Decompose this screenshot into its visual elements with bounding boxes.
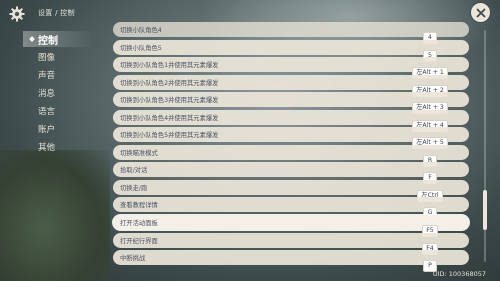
keybind-row[interactable]: 拾取/对话 F <box>113 162 469 185</box>
close-button[interactable] <box>470 2 491 23</box>
keybind-row[interactable]: 切换到小队角色4并使用其元素爆发 左Alt + 4 <box>113 109 469 132</box>
keybind-label: 打开活动面板 <box>120 220 158 228</box>
keybind-row[interactable]: 切换到小队角色2并使用其元素爆发 左Alt + 2 <box>113 74 469 97</box>
close-icon <box>476 3 486 22</box>
sidebar-item-label: 图像 <box>38 53 56 63</box>
keybind-label: 切换到小队角色5并使用其元素爆发 <box>120 132 219 140</box>
settings-sidebar: 控制 图像 声音 消息 语言 账户 其他 <box>18 30 98 156</box>
keybind-row[interactable]: 切换走/跑 左Ctrl <box>113 179 469 202</box>
keybind-label: 切换小队角色4 <box>120 27 162 34</box>
keybind-label: 切换到小队角色3并使用其元素爆发 <box>120 97 219 105</box>
sidebar-item-label: 消息 <box>38 89 56 99</box>
keybind-label: 查看教程详情 <box>120 202 158 210</box>
keybind-row[interactable]: 切换到小队角色1并使用其元素爆发 左Alt + 1 <box>113 57 469 80</box>
keybind-label: 打开纪行界面 <box>120 237 158 245</box>
sidebar-item-label: 账户 <box>38 125 56 135</box>
background-tree <box>0 150 110 281</box>
keybind-label: 拾取/对话 <box>120 167 148 175</box>
gear-icon <box>9 6 25 22</box>
sidebar-item-graphics[interactable]: 图像 <box>18 48 98 66</box>
keybind-label: 切换到小队角色1并使用其元素爆发 <box>120 62 219 70</box>
sidebar-item-other[interactable]: 其他 <box>18 138 98 156</box>
keybind-label: 切换小队角色5 <box>120 44 162 52</box>
keybind-row[interactable]: 切换小队角色4 4 <box>113 22 469 44</box>
sidebar-item-label: 语言 <box>38 107 56 117</box>
keybind-row[interactable]: 中断挑战 P <box>113 250 469 273</box>
keybind-row[interactable]: 查看教程详情 G <box>113 197 469 220</box>
sidebar-item-language[interactable]: 语言 <box>18 102 98 120</box>
sidebar-item-label: 其他 <box>38 143 56 153</box>
keybind-label: 切换瞄准模式 <box>120 149 158 157</box>
keybind-label: 切换到小队角色4并使用其元素爆发 <box>120 114 219 122</box>
keybind-row[interactable]: 打开纪行界面 F4 <box>113 232 469 255</box>
keybinding-list: 切换小队角色4 4 切换小队角色5 5 切换到小队角色1并使用其元素爆发 左Al… <box>113 22 469 273</box>
keybind-row[interactable]: 切换瞄准模式 R <box>113 144 469 167</box>
keybind-label: 切换到小队角色2并使用其元素爆发 <box>120 79 219 87</box>
keybind-row[interactable]: 切换小队角色5 5 <box>113 39 469 62</box>
sidebar-item-audio[interactable]: 声音 <box>18 66 98 84</box>
keybind-label: 切换走/跑 <box>120 184 148 192</box>
keybind-label: 中断挑战 <box>120 255 146 263</box>
sidebar-item-controls[interactable]: 控制 <box>18 30 98 48</box>
breadcrumb: 设置 / 控制 <box>38 9 75 17</box>
keybind-row[interactable]: 切换到小队角色3并使用其元素爆发 左Alt + 3 <box>113 92 469 115</box>
keybind-row[interactable]: 切换到小队角色5并使用其元素爆发 左Alt + 5 <box>113 127 469 150</box>
keybind-row-selected[interactable]: 打开活动面板 F5 <box>113 215 469 238</box>
sidebar-item-account[interactable]: 账户 <box>18 120 98 138</box>
sidebar-item-label: 声音 <box>38 71 56 81</box>
uid-label: UID: 100368057 <box>432 270 486 278</box>
scrollbar-thumb[interactable] <box>483 190 487 230</box>
sidebar-item-messages[interactable]: 消息 <box>18 84 98 102</box>
